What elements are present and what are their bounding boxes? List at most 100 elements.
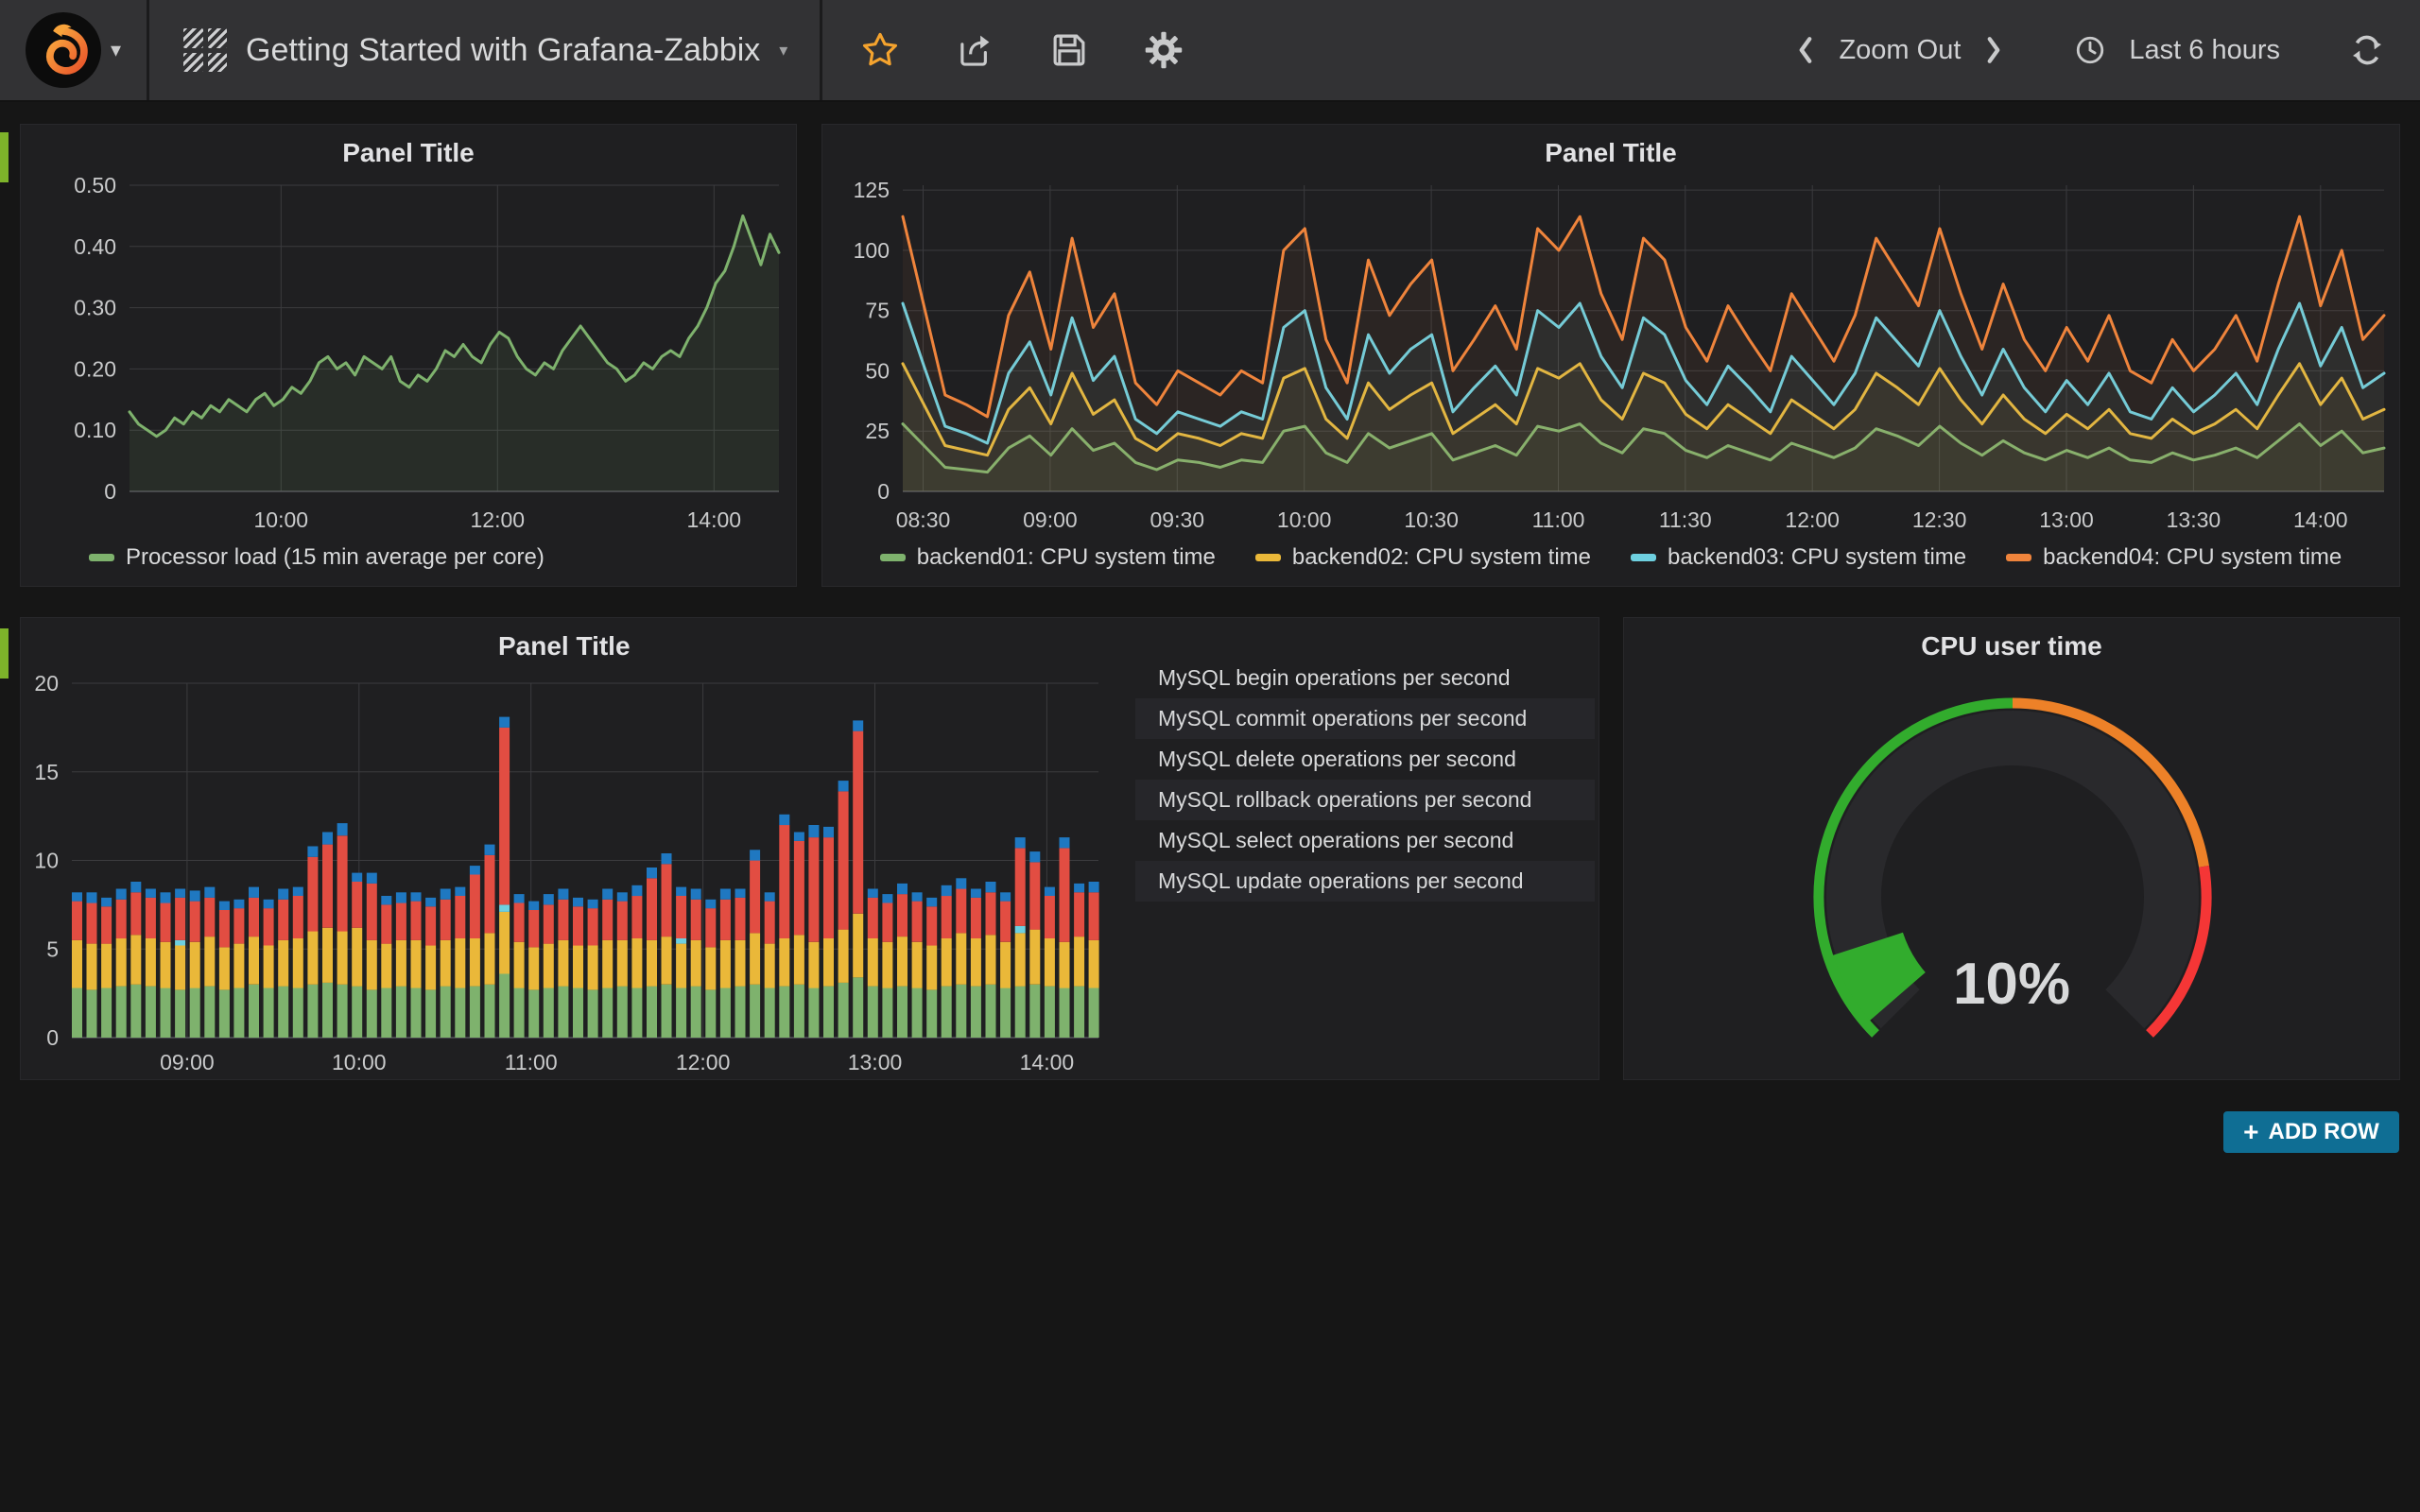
legend-item[interactable]: MySQL select operations per second [1135,820,1595,861]
bar-segment [175,989,185,1038]
bar-segment [662,864,672,936]
bar-segment [705,908,716,947]
bar-segment [470,875,480,939]
legend-label: MySQL update operations per second [1158,868,1524,894]
legend-item[interactable]: backend04: CPU system time [2006,544,2342,571]
dashboard-title-button[interactable]: Getting Started with Grafana-Zabbix ▾ [149,0,820,100]
legend-label: MySQL select operations per second [1158,828,1513,853]
plus-icon: + [2243,1119,2258,1145]
chevron-left-icon[interactable] [1795,35,1816,65]
bar-segment [130,882,141,892]
save-icon[interactable] [1049,30,1089,70]
y-tick-label: 0.10 [74,418,116,442]
row-handle-top[interactable] [0,132,9,182]
bar-segment [101,988,112,1039]
time-range-picker[interactable]: Last 6 hours [2129,35,2280,66]
bar-segment [853,977,863,1038]
bar-segment [175,940,185,946]
bar-segment [130,892,141,935]
bar-segment [455,896,465,938]
bar-segment [161,988,171,1039]
bar-segment [470,938,480,987]
bar-segment [544,894,554,904]
bar-segment [1029,862,1040,929]
bar-segment [942,987,952,1038]
bar-segment [322,928,333,983]
y-tick-label: 125 [854,178,890,202]
bar-segment [307,932,318,985]
refresh-icon[interactable] [2350,33,2384,67]
bar-segment [190,890,200,901]
bar-segment [1015,837,1026,848]
zoom-out-button[interactable]: Zoom Out [1839,35,1961,66]
bar-segment [573,988,583,1039]
bar-segment [588,908,598,945]
bar-segment [838,930,849,983]
y-tick-label: 25 [865,419,890,443]
x-tick-label: 12:00 [676,1050,731,1074]
bar-segment [779,815,789,825]
bar-segment [942,896,952,938]
x-tick-label: 10:30 [1404,507,1459,532]
bar-segment [485,933,495,984]
y-tick-label: 0.20 [74,356,116,381]
chevron-right-icon[interactable] [1983,35,2004,65]
bar-segment [1045,987,1055,1038]
bar-segment [264,946,274,988]
bar-segment [912,942,923,988]
gauge-value: 10% [1624,951,2399,1018]
gear-icon[interactable] [1144,30,1184,70]
bar-segment [691,987,701,1038]
legend-item[interactable]: MySQL delete operations per second [1135,739,1595,780]
bar-segment [808,837,819,942]
legend-item[interactable]: MySQL rollback operations per second [1135,780,1595,820]
bar-segment [425,906,436,945]
bar-segment [926,989,937,1038]
legend-item[interactable]: MySQL commit operations per second [1135,698,1595,739]
bar-segment [662,853,672,864]
legend-item[interactable]: MySQL update operations per second [1135,861,1595,902]
legend-item[interactable]: backend01: CPU system time [880,544,1216,571]
panel-cpu-user-time: CPU user time 10% [1623,617,2400,1080]
bar-segment [1060,848,1070,941]
legend-item[interactable]: MySQL begin operations per second [1135,658,1595,698]
row-handle-bottom[interactable] [0,628,9,679]
bar-segment [779,938,789,987]
bar-segment [602,900,613,940]
panel-mysql-operations: Panel Title 09:0010:0011:0012:0013:0014:… [20,617,1599,1080]
bar-segment [146,938,156,987]
chevron-down-icon: ▾ [779,42,787,59]
bar-segment [691,889,701,900]
bar-segment [971,938,981,987]
bar-segment [691,940,701,987]
chart-processor-load[interactable]: 10:0012:0014:0000.100.200.300.400.50 [21,125,798,588]
bar-segment [986,935,996,985]
bar-segment [720,900,731,940]
panel-processor-load: Panel Title 10:0012:0014:0000.100.200.30… [20,124,797,587]
bar-segment [676,944,686,988]
bar-segment [514,988,525,1039]
star-icon[interactable] [860,30,900,70]
bar-segment [499,912,510,974]
bar-segment [249,887,259,898]
legend-item[interactable]: Processor load (15 min average per core) [89,544,544,571]
x-tick-label: 14:00 [1020,1050,1075,1074]
bar-segment [528,947,539,989]
legend-label: MySQL delete operations per second [1158,747,1516,772]
share-icon[interactable] [955,30,994,70]
chart-cpu-system-time[interactable]: 08:3009:0009:3010:0010:3011:0011:3012:00… [822,125,2401,588]
bar-segment [499,728,510,905]
bar-segment [853,731,863,914]
bar-segment [322,833,333,845]
grafana-menu-button[interactable]: ▾ [0,0,149,100]
bar-segment [175,898,185,940]
add-row-button[interactable]: + ADD ROW [2223,1111,2399,1153]
legend-color-dash [880,554,906,561]
legend-color-dash [2006,554,2031,561]
bar-segment [441,987,451,1038]
bar-segment [528,989,539,1038]
legend-item[interactable]: backend03: CPU system time [1631,544,1966,571]
bar-segment [794,985,804,1038]
bar-segment [617,940,628,987]
legend-item[interactable]: backend02: CPU system time [1255,544,1591,571]
